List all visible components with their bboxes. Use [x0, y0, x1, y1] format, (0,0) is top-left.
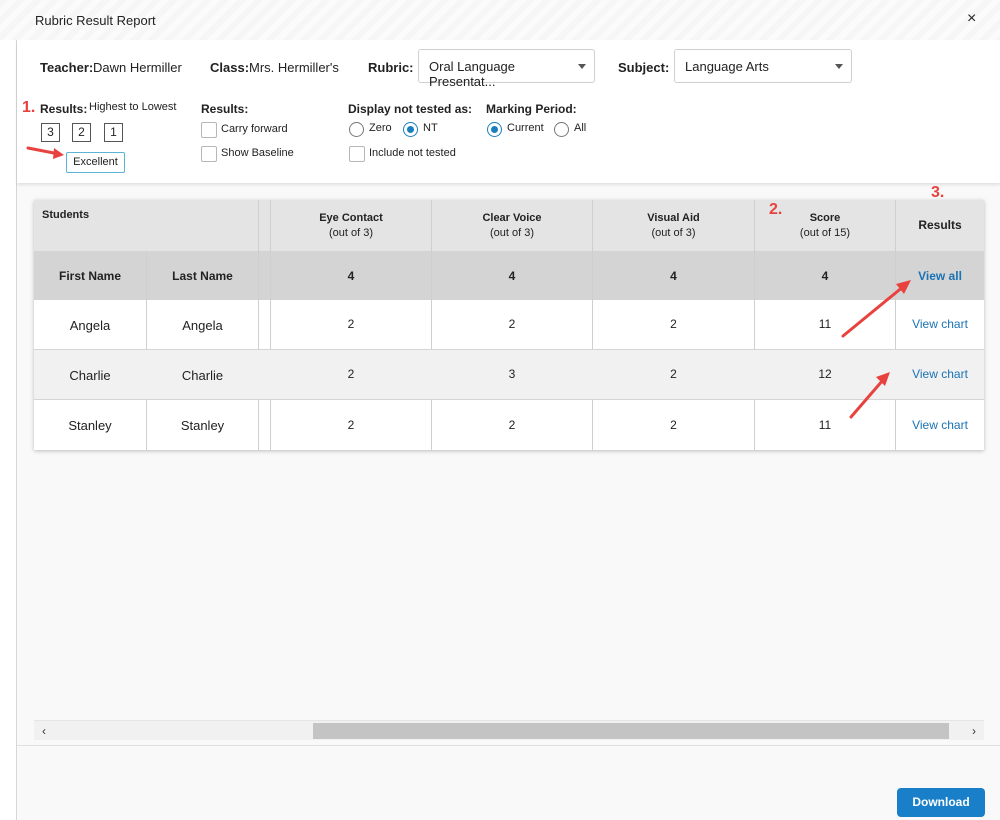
results-options-label: Results:: [201, 102, 249, 116]
criterion-name: Clear Voice: [482, 211, 542, 224]
first-name-cell: Charlie: [69, 367, 111, 383]
annotation-1: 1.: [22, 99, 36, 116]
dialog-titlebar: Rubric Result Report ×: [0, 0, 1000, 40]
carry-forward-checkbox[interactable]: [201, 122, 217, 138]
teacher-value: Dawn Hermiller: [93, 60, 182, 75]
students-header: Students: [42, 208, 90, 221]
results-label: Results:: [40, 102, 88, 116]
current-radio[interactable]: [487, 122, 502, 137]
class-label: Class:: [210, 60, 250, 75]
subject-select[interactable]: Language Arts: [674, 49, 852, 83]
marking-period-label: Marking Period:: [486, 102, 577, 116]
first-name-cell: Stanley: [68, 417, 112, 433]
download-button[interactable]: Download: [897, 788, 985, 817]
dialog-title: Rubric Result Report: [35, 13, 156, 28]
visual-aid-cell: 2: [670, 418, 677, 432]
rubric-label: Rubric:: [368, 60, 414, 75]
criterion-max: (out of 3): [328, 226, 374, 239]
last-name-cell: Angela: [182, 317, 223, 333]
first-name-header[interactable]: First Name: [34, 251, 146, 300]
subject-select-value: Language Arts: [685, 59, 769, 74]
results-header: Results: [918, 218, 962, 232]
clear-voice-cell: 2: [508, 418, 516, 432]
visual-aid-cell: 2: [670, 367, 677, 381]
last-name-cell: Stanley: [180, 417, 225, 433]
visual-aid-top: 4: [670, 268, 677, 283]
score-box-2[interactable]: 2: [72, 123, 91, 142]
score-box-3[interactable]: 3: [41, 123, 60, 142]
eye-contact-cell: 2: [347, 418, 355, 432]
results-order: Highest to Lowest: [89, 101, 177, 113]
current-label: Current: [507, 122, 544, 134]
zero-label: Zero: [369, 122, 392, 134]
clear-voice-cell: 3: [508, 367, 516, 381]
eye-contact-cell: 2: [347, 317, 355, 331]
scroll-right-icon[interactable]: ›: [966, 723, 982, 739]
criterion-header-clear-voice: Clear Voice (out of 3): [432, 200, 592, 251]
show-baseline-label: Show Baseline: [221, 147, 294, 159]
last-name-header[interactable]: Last Name: [147, 251, 258, 300]
criterion-name: Eye Contact: [319, 211, 383, 224]
criterion-max: (out of 15): [799, 226, 851, 239]
eye-contact-top: 4: [347, 268, 355, 283]
criterion-max: (out of 3): [651, 226, 696, 239]
footer-divider: [17, 745, 1000, 746]
criterion-name: Visual Aid: [647, 211, 700, 224]
teacher-label: Teacher:: [40, 60, 94, 75]
close-icon[interactable]: ×: [967, 11, 976, 27]
criterion-header-eye-contact: Eye Contact (out of 3): [271, 200, 431, 251]
subject-label: Subject:: [618, 60, 670, 75]
zero-radio[interactable]: [349, 122, 364, 137]
all-label: All: [574, 122, 587, 134]
annotation-arrows: [841, 280, 911, 419]
carry-forward-label: Carry forward: [221, 123, 288, 135]
display-not-tested-label: Display not tested as:: [348, 102, 473, 116]
column-divider: [258, 200, 259, 450]
annotation-3: 3.: [931, 184, 945, 201]
include-not-tested-label: Include not tested: [369, 147, 456, 159]
chevron-down-icon: [835, 64, 843, 69]
horizontal-scrollbar[interactable]: ‹ ›: [34, 720, 984, 740]
rubric-select[interactable]: Oral Language Presentat...: [418, 49, 595, 89]
annotation-2: 2.: [769, 201, 783, 218]
scrollbar-thumb[interactable]: [313, 723, 949, 739]
nt-label: NT: [423, 122, 438, 134]
clear-voice-cell: 2: [508, 317, 516, 331]
chevron-down-icon: [578, 64, 586, 69]
score-box-1[interactable]: 1: [104, 123, 123, 142]
scroll-left-icon[interactable]: ‹: [36, 723, 52, 739]
clear-voice-top: 4: [508, 268, 516, 283]
class-value: Mrs. Hermiller's: [249, 60, 339, 75]
visual-aid-cell: 2: [670, 317, 677, 331]
criterion-name: Score: [809, 211, 841, 224]
first-name-cell: Angela: [69, 317, 111, 333]
include-not-tested-checkbox[interactable]: [349, 146, 365, 162]
level-button-excellent[interactable]: Excellent: [66, 152, 125, 173]
show-baseline-checkbox[interactable]: [201, 146, 217, 162]
criterion-max: (out of 3): [489, 226, 535, 239]
eye-contact-cell: 2: [347, 367, 355, 381]
all-radio[interactable]: [554, 122, 569, 137]
nt-radio[interactable]: [403, 122, 418, 137]
criterion-header-visual-aid: Visual Aid (out of 3): [593, 200, 754, 251]
last-name-cell: Charlie: [181, 367, 224, 383]
annotation-arrow-1: [26, 146, 64, 159]
